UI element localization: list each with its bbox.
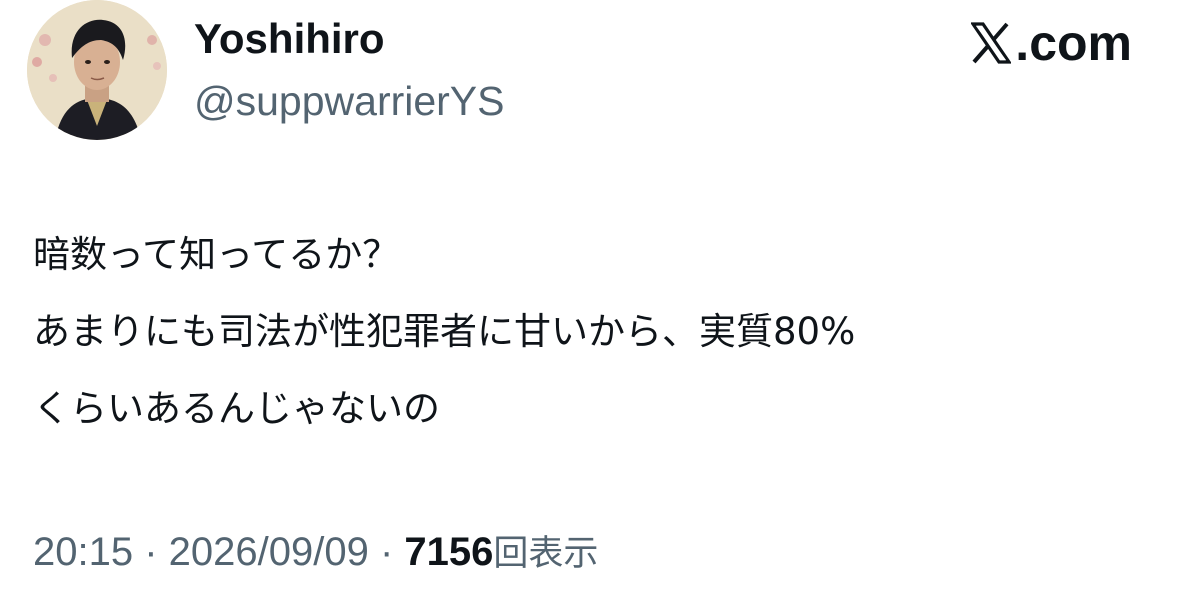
tweet-body: 暗数って知ってるか？ あまりにも司法が性犯罪者に甘いから、実質80% くらいある…	[33, 216, 1173, 447]
author-handle[interactable]: @suppwarrierYS	[194, 76, 505, 126]
meta-separator: ·	[368, 530, 405, 574]
author-display-name[interactable]: Yoshihiro	[194, 14, 385, 64]
tweet-time[interactable]: 20:15	[33, 530, 133, 574]
tweet-line: あまりにも司法が性犯罪者に甘いから、実質80%	[33, 310, 856, 353]
x-logo-icon	[970, 22, 1013, 64]
tweet-line: くらいあるんじゃないの	[33, 387, 440, 430]
x-brand-watermark: .com	[970, 14, 1132, 72]
tweet-meta: 20:15 · 2026/09/09 · 7156回表示	[33, 524, 598, 582]
avatar-illustration	[27, 0, 167, 140]
tweet-card: Yoshihiro @suppwarrierYS .com 暗数って知ってるか？…	[0, 0, 1200, 605]
tweet-line: 暗数って知ってるか？	[33, 233, 400, 276]
views-label: 回表示	[493, 534, 599, 574]
avatar[interactable]	[27, 0, 167, 140]
tweet-date[interactable]: 2026/09/09	[169, 530, 369, 574]
brand-domain-text: .com	[1015, 15, 1132, 71]
meta-separator: ·	[133, 530, 169, 574]
views-count[interactable]: 7156	[404, 530, 493, 574]
